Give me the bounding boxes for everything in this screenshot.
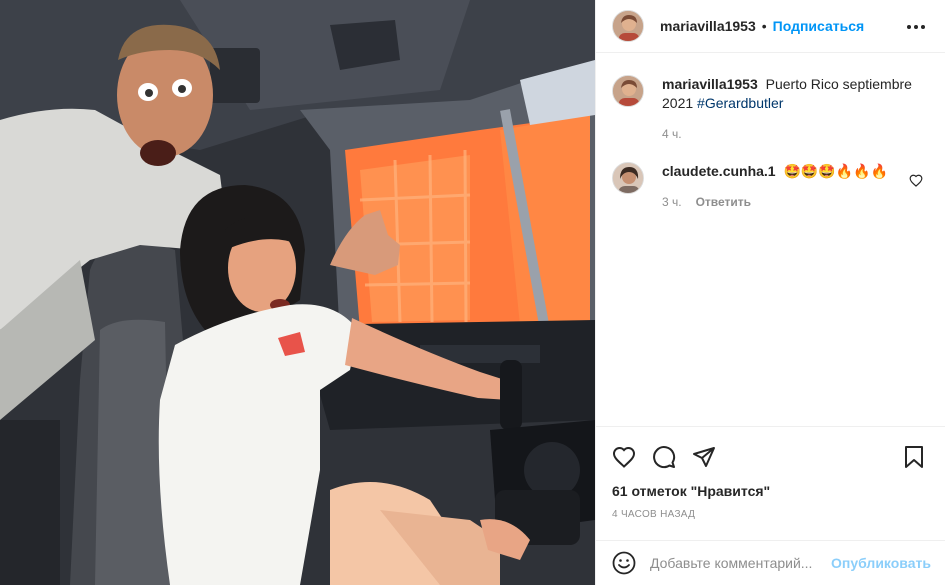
caption-meta: 4 ч. bbox=[662, 127, 912, 141]
post-side-panel: mariavilla1953 • Подписаться mariavilla1… bbox=[595, 0, 945, 585]
avatar-image bbox=[613, 76, 643, 106]
comment-time[interactable]: 3 ч. bbox=[662, 195, 682, 209]
likes-count[interactable]: 61 отметок "Нравится" bbox=[612, 483, 770, 499]
comment-icon[interactable] bbox=[644, 437, 684, 477]
comment-text-block: claudete.cunha.1 🤩🤩🤩🔥🔥🔥 bbox=[662, 162, 912, 181]
author-avatar[interactable] bbox=[612, 10, 644, 42]
author-username[interactable]: mariavilla1953 bbox=[660, 18, 756, 34]
comment-meta: 3 ч. Ответить bbox=[662, 195, 912, 209]
caption-text-block: mariavilla1953 Puerto Rico septiembre 20… bbox=[662, 75, 912, 113]
comment-like-heart-icon[interactable] bbox=[909, 174, 923, 190]
commenter-avatar[interactable] bbox=[612, 162, 644, 194]
cockpit-photo-illustration bbox=[0, 0, 595, 585]
header-separator: • bbox=[761, 18, 767, 34]
caption-hashtag[interactable]: #Gerardbutler bbox=[697, 95, 783, 111]
caption-body: mariavilla1953 Puerto Rico septiembre 20… bbox=[662, 75, 912, 141]
comment-item: claudete.cunha.1 🤩🤩🤩🔥🔥🔥 3 ч. Ответить bbox=[612, 162, 932, 209]
follow-button[interactable]: Подписаться bbox=[773, 18, 865, 34]
comment-username[interactable]: claudete.cunha.1 bbox=[662, 163, 776, 179]
caption-time[interactable]: 4 ч. bbox=[662, 127, 682, 141]
avatar-image bbox=[613, 11, 643, 41]
post-timestamp[interactable]: 4 часов назад bbox=[612, 509, 695, 520]
more-horizontal-icon[interactable] bbox=[904, 15, 928, 39]
share-icon[interactable] bbox=[684, 437, 724, 477]
comment-body: claudete.cunha.1 🤩🤩🤩🔥🔥🔥 3 ч. Ответить bbox=[662, 162, 912, 209]
smiley-icon[interactable] bbox=[612, 550, 636, 576]
caption-avatar[interactable] bbox=[612, 75, 644, 107]
post-caption: mariavilla1953 Puerto Rico septiembre 20… bbox=[612, 75, 932, 141]
post-photo[interactable] bbox=[0, 0, 595, 585]
bookmark-icon[interactable] bbox=[894, 437, 934, 477]
caption-username[interactable]: mariavilla1953 bbox=[662, 76, 758, 92]
reply-button[interactable]: Ответить bbox=[696, 195, 751, 209]
instagram-post: mariavilla1953 • Подписаться mariavilla1… bbox=[0, 0, 945, 585]
publish-button[interactable]: Опубликовать bbox=[831, 555, 931, 571]
post-header: mariavilla1953 • Подписаться bbox=[596, 0, 945, 53]
add-comment-bar: Опубликовать bbox=[596, 540, 945, 585]
comment-text: 🤩🤩🤩🔥🔥🔥 bbox=[783, 163, 889, 179]
heart-icon[interactable] bbox=[604, 437, 644, 477]
comment-input[interactable] bbox=[650, 555, 831, 571]
avatar-image bbox=[613, 163, 643, 193]
post-actions bbox=[596, 426, 945, 482]
